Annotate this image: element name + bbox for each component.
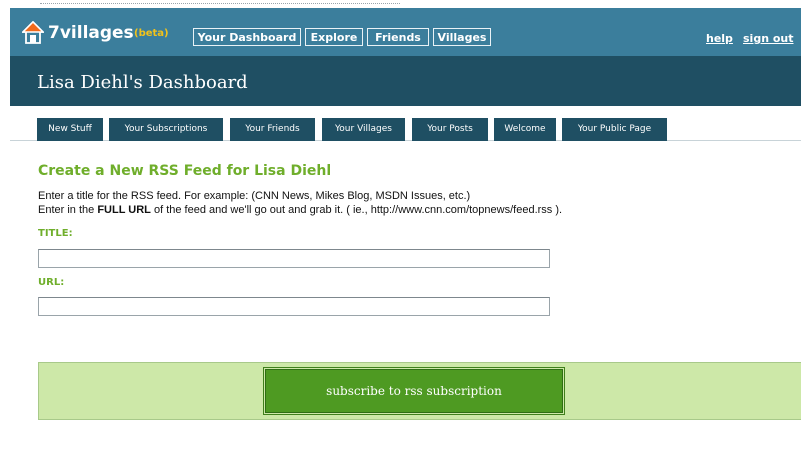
- top-strip: [0, 0, 801, 8]
- instruction-line-1: Enter a title for the RSS feed. For exam…: [38, 190, 471, 202]
- submit-panel: subscribe to rss subscription: [38, 362, 801, 420]
- nav-villages[interactable]: Villages: [433, 28, 491, 46]
- instruction-line-2-start: Enter in the: [38, 204, 98, 216]
- sign-out-link[interactable]: sign out: [743, 32, 794, 45]
- top-bar: 7villages (beta) Your Dashboard Explore …: [10, 8, 801, 56]
- tab-your-villages[interactable]: Your Villages: [322, 118, 405, 141]
- instruction-line-2-bold: FULL URL: [97, 204, 151, 216]
- beta-badge: (beta): [134, 28, 169, 39]
- tab-your-public-page[interactable]: Your Public Page: [562, 118, 667, 141]
- instruction-line-2-end: of the feed and we'll go out and grab it…: [150, 204, 563, 216]
- tab-welcome[interactable]: Welcome: [494, 118, 556, 141]
- tab-bar: New Stuff Your Subscriptions Your Friend…: [10, 106, 801, 148]
- top-divider: [40, 3, 400, 5]
- tab-your-friends[interactable]: Your Friends: [230, 118, 315, 141]
- nav-explore[interactable]: Explore: [305, 28, 363, 46]
- url-input[interactable]: [38, 297, 550, 316]
- nav-your-dashboard[interactable]: Your Dashboard: [193, 28, 301, 46]
- page-title: Lisa Diehl's Dashboard: [37, 72, 248, 93]
- title-input[interactable]: [38, 249, 550, 268]
- main-content: Create a New RSS Feed for Lisa Diehl Ent…: [10, 148, 801, 455]
- logo-name: 7villages: [48, 23, 134, 43]
- form-heading: Create a New RSS Feed for Lisa Diehl: [38, 163, 332, 179]
- title-label: TITLE:: [38, 228, 73, 239]
- house-icon: [22, 21, 44, 44]
- tab-your-subscriptions[interactable]: Your Subscriptions: [109, 118, 223, 141]
- page-frame: 7villages (beta) Your Dashboard Explore …: [10, 8, 801, 455]
- tab-your-posts[interactable]: Your Posts: [412, 118, 488, 141]
- tab-new-stuff[interactable]: New Stuff: [37, 118, 103, 141]
- subscribe-button[interactable]: subscribe to rss subscription: [264, 368, 564, 414]
- instruction-line-2: Enter in the FULL URL of the feed and we…: [38, 204, 562, 216]
- url-label: URL:: [38, 277, 65, 288]
- help-link[interactable]: help: [706, 32, 733, 45]
- nav-friends[interactable]: Friends: [367, 28, 429, 46]
